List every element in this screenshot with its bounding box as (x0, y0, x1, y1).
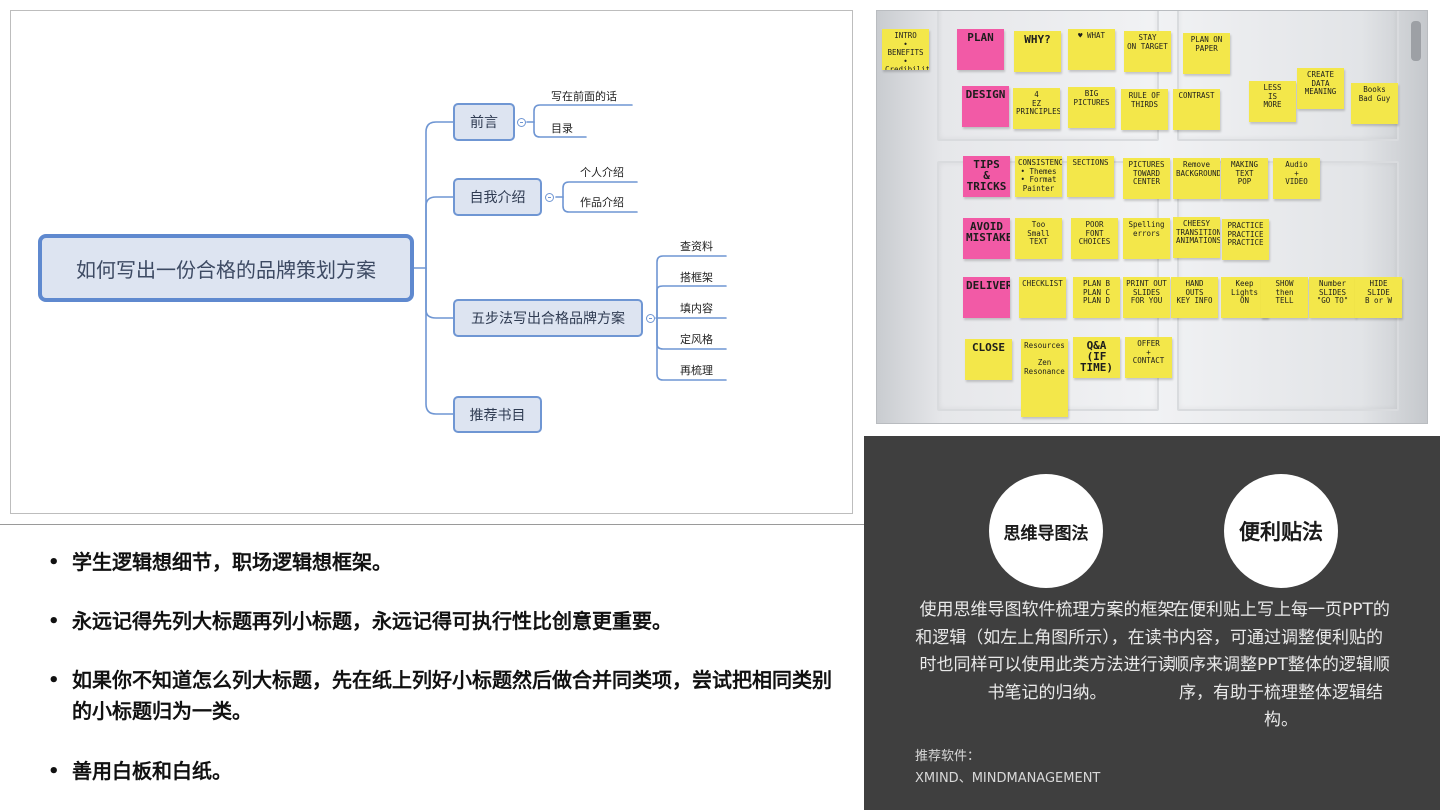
mindmap-node-preface: 前言 (453, 103, 515, 141)
collapse-icon (646, 314, 655, 323)
sticky-note: AVOID MISTAKES (963, 218, 1010, 259)
methods-panel: 思维导图法 便利贴法 使用思维导图软件梳理方案的框架和逻辑（如左上角图所示），在… (864, 436, 1440, 810)
sticky-note: Q&A (IF TIME) (1073, 337, 1120, 378)
sticky-note: PRACTICE PRACTICE PRACTICE (1222, 219, 1269, 260)
sticky-note: DESIGN (962, 86, 1009, 127)
recommend-label: 推荐软件： (915, 749, 981, 764)
sticky-note: CONTRAST (1173, 89, 1220, 130)
bullet-icon: • (48, 611, 60, 632)
sticky-note: SECTIONS (1067, 156, 1114, 197)
sticky-note: Number SLIDES "GO TO" (1309, 277, 1356, 318)
method-title-sticky: 便利贴法 (1224, 474, 1338, 588)
method-description-sticky: 在便利贴上写上每一页PPT的内容，可通过调整便利贴的顺序来调整PPT整体的逻辑顺… (1172, 600, 1390, 730)
mindmap-leaf: 搭框架 (680, 271, 713, 284)
bullet-icon: • (48, 761, 60, 782)
mindmap-leaf: 查资料 (680, 240, 713, 253)
sticky-note: CLOSE (965, 339, 1012, 380)
sticky-note: DELIVER (963, 277, 1010, 318)
sticky-note: RULE OF THIRDS (1121, 89, 1168, 130)
sticky-note: ♥ WHAT (1068, 29, 1115, 70)
sticky-note: Spelling errors (1123, 218, 1170, 259)
sticky-note: HAND OUTS KEY INFO (1171, 277, 1218, 318)
sticky-note: STAY ON TARGET (1124, 31, 1171, 72)
sticky-note: Remove BACKGROUND (1173, 158, 1220, 199)
bullet-icon: • (48, 552, 60, 573)
sticky-note: PRINT OUT SLIDES FOR YOU (1123, 277, 1170, 318)
sticky-note: SHOW then TELL (1261, 277, 1308, 318)
mindmap-node-self-intro: 自我介绍 (453, 178, 542, 216)
sticky-note: HIDE SLIDE B or W (1355, 277, 1402, 318)
list-item: • 永远记得先列大标题再列小标题，永远记得可执行性比创意更重要。 (48, 606, 828, 637)
sticky-note: POOR FONT CHOICES (1071, 218, 1118, 259)
mindmap-node-five-steps: 五步法写出合格品牌方案 (453, 299, 643, 337)
sticky-note: TIPS & TRICKS (963, 156, 1010, 197)
method-description-mindmap: 使用思维导图软件梳理方案的框架和逻辑（如左上角图所示），在读书时也同样可以使用此… (915, 600, 1179, 703)
sticky-note: OFFER + CONTACT (1125, 337, 1172, 378)
mindmap-leaf: 目录 (551, 122, 573, 135)
sticky-note: CREATE DATA MEANING (1297, 68, 1344, 109)
list-item: • 如果你不知道怎么列大标题，先在纸上列好小标题然后做合并同类项，尝试把相同类别… (48, 665, 832, 727)
collapse-icon (545, 193, 554, 202)
mindmap-leaf: 作品介绍 (580, 196, 624, 209)
sticky-note: CHEESY TRANSITIONS ANIMATIONS (1173, 217, 1220, 258)
sticky-note: MAKING TEXT POP (1221, 158, 1268, 199)
divider (0, 524, 864, 525)
sticky-note: BIG PICTURES (1068, 87, 1115, 128)
sticky-note: WHY? (1014, 31, 1061, 72)
sticky-note: PLAN ON PAPER (1183, 33, 1230, 74)
bullet-icon: • (48, 670, 60, 691)
method-title-mindmap: 思维导图法 (989, 474, 1103, 588)
sticky-note: Too Small TEXT (1015, 218, 1062, 259)
sticky-note: CONSISTENCY • Themes • Format Painter (1015, 156, 1062, 197)
sticky-note: PLAN (957, 29, 1004, 70)
door-hinge (1411, 21, 1421, 61)
sticky-notes-photo: INTRO • BENEFITS • Credibility • Offers … (876, 10, 1428, 424)
list-item: • 学生逻辑想细节，职场逻辑想框架。 (48, 547, 828, 578)
sticky-note: Books Bad Guy (1351, 83, 1398, 124)
list-item: • 善用白板和白纸。 (48, 756, 828, 787)
mindmap-leaf: 定风格 (680, 333, 713, 346)
sticky-note: Audio + VIDEO (1273, 158, 1320, 199)
sticky-note: INTRO • BENEFITS • Credibility • Offers (882, 29, 929, 70)
sticky-note: PICTURES TOWARD CENTER (1123, 158, 1170, 199)
sticky-note: 4 EZ PRINCIPLES (1013, 88, 1060, 129)
sticky-note: LESS IS MORE (1249, 81, 1296, 122)
collapse-icon (517, 118, 526, 127)
mindmap-root-node: 如何写出一份合格的品牌策划方案 (38, 234, 414, 302)
sticky-note: Resources Zen Resonance (1021, 339, 1068, 417)
sticky-note: CHECKLIST (1019, 277, 1066, 318)
mindmap-leaf: 再梳理 (680, 364, 713, 377)
mindmap-leaf: 个人介绍 (580, 166, 624, 179)
sticky-note: PLAN B PLAN C PLAN D (1073, 277, 1120, 318)
mindmap-leaf: 写在前面的话 (551, 90, 617, 103)
mindmap-leaf: 填内容 (680, 302, 713, 315)
mindmap-node-books: 推荐书目 (453, 396, 542, 433)
recommend-software: XMIND、MINDMANAGEMENT (915, 771, 1101, 786)
